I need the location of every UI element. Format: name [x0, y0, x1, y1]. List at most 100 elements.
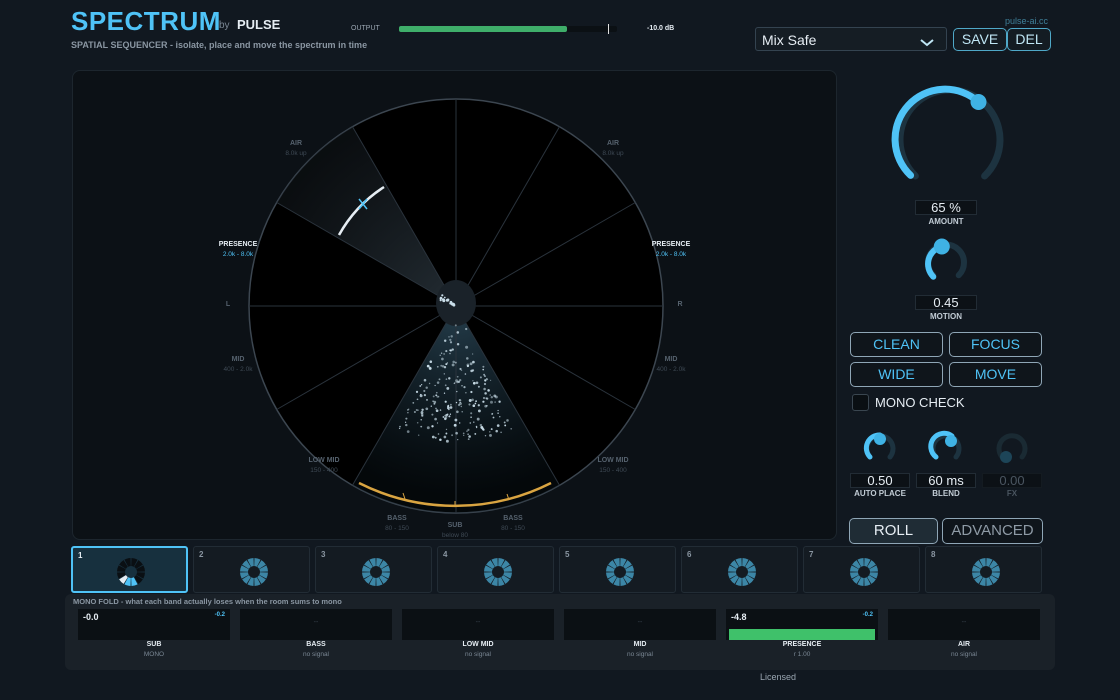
save-button[interactable]: SAVE [953, 28, 1007, 51]
advanced-tab[interactable]: ADVANCED [942, 518, 1043, 544]
particle [445, 413, 448, 417]
slot-wheel-icon [362, 558, 390, 586]
particle [497, 409, 499, 412]
particle [420, 393, 422, 396]
particle [443, 339, 447, 343]
mono-fold-meter: -- [240, 609, 392, 640]
wheel-band-name: PRESENCE [651, 241, 691, 248]
wheel-band-name: MID [231, 356, 245, 363]
particle [436, 422, 439, 424]
amount-value[interactable]: 65 % [915, 200, 977, 215]
amount-handle[interactable] [970, 94, 987, 110]
mono-fold-bar [729, 629, 875, 640]
particle [446, 299, 448, 302]
particle [499, 416, 501, 418]
focus-button[interactable]: FOCUS [949, 332, 1042, 357]
particle [439, 438, 442, 442]
motion-handle[interactable] [933, 238, 950, 255]
particle [484, 392, 487, 395]
particle [449, 338, 452, 342]
blend-knob[interactable] [928, 430, 964, 466]
delete-button[interactable]: DEL [1007, 28, 1051, 51]
particle [467, 438, 470, 440]
sequence-slot[interactable]: 5 [559, 546, 676, 593]
particle [465, 392, 467, 394]
blend-value[interactable]: 60 ms [916, 473, 976, 488]
particle [477, 404, 480, 407]
preset-select[interactable]: Mix Safe [755, 27, 947, 51]
particle [407, 409, 409, 411]
move-button[interactable]: MOVE [949, 362, 1042, 387]
sequence-slot[interactable]: 1 [71, 546, 188, 593]
particle [443, 296, 446, 299]
license-status: Licensed [760, 672, 797, 682]
particle [490, 400, 493, 404]
particle [483, 387, 486, 391]
fx-knob[interactable] [994, 430, 1030, 466]
sequence-slot[interactable]: 2 [193, 546, 310, 593]
particle [492, 416, 495, 419]
particle [461, 385, 463, 387]
roll-tab[interactable]: ROLL [849, 518, 938, 544]
sequence-slot[interactable]: 4 [437, 546, 554, 593]
particle [406, 430, 410, 433]
mono-check-checkbox[interactable] [852, 394, 869, 411]
wheel-band-label: AIR 8.0k up [573, 140, 653, 157]
mono-fold-status: no signal [302, 651, 330, 658]
clean-button[interactable]: CLEAN [850, 332, 943, 357]
particle [468, 399, 472, 402]
particle [510, 427, 513, 430]
particle [442, 416, 445, 418]
sequence-slot[interactable]: 7 [803, 546, 920, 593]
auto-place-knob[interactable] [862, 430, 898, 466]
particle [483, 382, 487, 386]
particle [456, 390, 458, 393]
spatial-panel[interactable]: AIR 8.0k up AIR 8.0k up PRESENCE 2.0k - 8.0k P… [72, 70, 837, 540]
output-label: OUTPUT [351, 25, 380, 32]
particle [479, 376, 482, 379]
mono-fold-delta: -0.2 [862, 612, 873, 618]
particle [458, 399, 461, 401]
slot-number: 4 [443, 550, 448, 559]
wheel-band-range: 2.0k - 8.0k [222, 251, 254, 258]
particle [504, 424, 507, 427]
sequence-slot[interactable]: 8 [925, 546, 1042, 593]
particle [405, 423, 408, 427]
particle [437, 433, 440, 435]
wheel-band-name: BASS [387, 515, 407, 522]
amount-knob[interactable] [880, 70, 1012, 194]
sequence-slot[interactable]: 3 [315, 546, 432, 593]
motion-knob[interactable] [920, 238, 972, 290]
particle [480, 425, 484, 429]
particle [460, 405, 462, 408]
particle [484, 379, 487, 382]
auto-place-value[interactable]: 0.50 [850, 473, 910, 488]
site-link[interactable]: pulse-ai.cc [1005, 16, 1048, 26]
mono-fold-value: -4.8 [731, 612, 747, 622]
wheel-band-range: 400 - 2.0k [656, 366, 686, 373]
particle [482, 400, 485, 403]
mono-check-label[interactable]: MONO CHECK [875, 395, 965, 410]
output-peak-marker [608, 24, 609, 34]
particle [445, 432, 448, 435]
particle [440, 352, 443, 354]
particle [399, 425, 401, 428]
particle [421, 410, 423, 413]
particle [443, 392, 446, 394]
particle [450, 335, 453, 338]
fx-value[interactable]: 0.00 [982, 473, 1042, 488]
wheel-band-name: LOW MID [308, 457, 340, 464]
motion-value[interactable]: 0.45 [915, 295, 977, 310]
particle [500, 431, 502, 434]
particle [465, 345, 469, 349]
sequence-slot[interactable]: 6 [681, 546, 798, 593]
mono-fold-meter: -- [402, 609, 554, 640]
particle [420, 425, 423, 428]
particle [413, 410, 416, 414]
motion-label: MOTION [930, 312, 962, 321]
wheel-band-label: MID 400 - 2.0k [631, 356, 711, 373]
particle [486, 378, 489, 381]
particle [452, 360, 455, 364]
mono-fold-value: -- [313, 619, 319, 626]
wide-button[interactable]: WIDE [850, 362, 943, 387]
